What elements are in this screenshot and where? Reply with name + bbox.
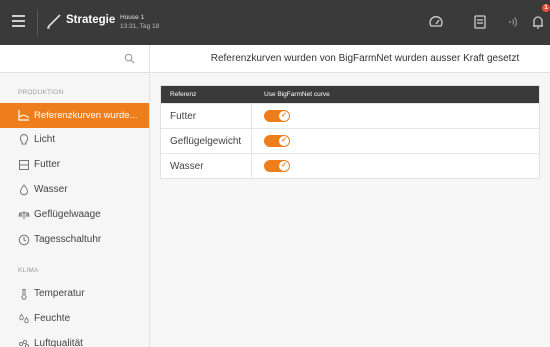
section-label-climate: KLIMA [18, 267, 39, 274]
house-name: House 1 [120, 14, 145, 21]
sidebar-item-futter[interactable]: Futter [0, 153, 149, 178]
sidebar-item-licht[interactable]: Licht [0, 128, 149, 153]
feed-icon [19, 160, 29, 170]
water-drop-icon [19, 184, 29, 196]
wifi-icon[interactable] [502, 14, 518, 30]
strategy-icon [47, 14, 61, 29]
sidebar-item-label: Luftqualität [34, 338, 83, 347]
sidebar-item-tagesschaltuhr[interactable]: Tagesschaltuhr [0, 228, 149, 253]
curve-icon [18, 110, 30, 121]
air-quality-icon [18, 339, 30, 347]
divider [251, 129, 252, 154]
bulb-icon [19, 134, 29, 145]
sidebar-item-luftqualitaet[interactable]: Luftqualität [0, 332, 149, 347]
bigfarmnet-curve-toggle[interactable]: ✓ [264, 110, 290, 122]
bigfarmnet-curve-toggle[interactable]: ✓ [264, 135, 290, 147]
sidebar-item-wasser[interactable]: Wasser [0, 178, 149, 203]
top-bar: Strategie House 1 13:31, Tag 18 1 [0, 0, 550, 45]
sidebar-item-label: Referenzkurven wurde... [34, 110, 138, 121]
sidebar-item-label: Feuchte [34, 313, 71, 324]
table-row: Geflügelgewicht ✓ [161, 128, 539, 154]
sidebar-item-label: Wasser [34, 184, 68, 195]
table-row: Futter ✓ [161, 103, 539, 129]
reference-table: Referenz Use BigFarmNet curve Futter ✓ G… [160, 85, 540, 179]
sidebar-item-feuchte[interactable]: Feuchte [0, 307, 149, 332]
sidebar-item-label: Geflügelwaage [34, 209, 101, 220]
sidebar-item-referenzkurven[interactable]: Referenzkurven wurde... [0, 103, 149, 128]
bigfarmnet-curve-toggle[interactable]: ✓ [264, 160, 290, 172]
main-header: Referenzkurven wurden von BigFarmNet wur… [150, 45, 550, 73]
row-label: Wasser [170, 161, 204, 172]
sidebar-item-gefluegelwaage[interactable]: Geflügelwaage [0, 203, 149, 228]
house-time: 13:31, Tag 18 [120, 23, 160, 30]
section-label-production: PRODUKTION [18, 89, 64, 96]
row-label: Geflügelgewicht [170, 136, 242, 147]
check-icon: ✓ [279, 136, 289, 146]
thermometer-icon [21, 289, 27, 300]
search-icon[interactable] [124, 53, 135, 64]
main-title: Referenzkurven wurden von BigFarmNet wur… [210, 53, 520, 64]
sidebar: PRODUKTION Referenzkurven wurde... Licht… [0, 45, 150, 347]
sidebar-item-label: Futter [34, 159, 61, 170]
row-label: Futter [170, 111, 197, 122]
divider [251, 154, 252, 179]
table-header: Referenz Use BigFarmNet curve [161, 86, 539, 103]
sidebar-item-label: Licht [34, 134, 56, 145]
divider [251, 104, 252, 129]
table-row: Wasser ✓ [161, 153, 539, 179]
clock-icon [18, 234, 30, 246]
gauge-icon[interactable] [428, 14, 444, 30]
document-icon[interactable] [472, 14, 488, 30]
page-title: Strategie [66, 14, 116, 26]
scale-icon [18, 211, 30, 219]
sidebar-item-label: Temperatur [34, 288, 85, 299]
sidebar-search[interactable] [0, 45, 149, 73]
check-icon: ✓ [279, 161, 289, 171]
check-icon: ✓ [279, 111, 289, 121]
column-header-referenz: Referenz [170, 91, 197, 98]
main-content: Referenzkurven wurden von BigFarmNet wur… [150, 45, 550, 347]
sidebar-item-temperatur[interactable]: Temperatur [0, 282, 149, 307]
notification-badge: 1 [542, 4, 550, 12]
divider [37, 10, 38, 36]
humidity-icon [19, 313, 29, 324]
bell-icon[interactable] [530, 14, 546, 30]
sidebar-item-label: Tagesschaltuhr [34, 234, 102, 245]
column-header-use-bigfarmnet: Use BigFarmNet curve [264, 91, 330, 98]
menu-icon[interactable] [12, 15, 26, 27]
